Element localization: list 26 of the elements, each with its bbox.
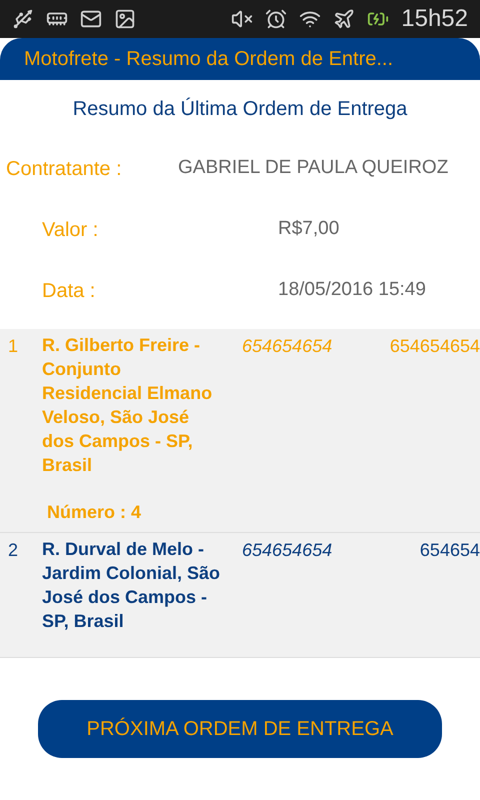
delivery-phone: 654654 <box>418 539 480 562</box>
next-order-button[interactable]: PRÓXIMA ORDEM DE ENTREGA <box>38 700 442 758</box>
field-label: Data : <box>41 278 96 304</box>
alarm-icon <box>265 8 288 30</box>
image-icon <box>114 8 136 30</box>
delivery-phone: 654654654 <box>241 335 334 358</box>
summary-heading: Resumo da Última Ordem de Entrega <box>72 96 408 122</box>
usb-icon <box>12 8 34 30</box>
delivery-address: R. Durval de Melo - Jardim Colonial, São José dos Campos - SP, Brasil <box>42 538 222 633</box>
address-number: Número : 4 <box>46 501 142 524</box>
delivery-phone: 654654654 <box>388 335 480 358</box>
delivery-phone: 654654654 <box>241 539 334 562</box>
clock-time: 15h52 <box>401 4 468 34</box>
row-index: 1 <box>7 335 20 358</box>
row-index: 2 <box>7 539 20 562</box>
mute-icon <box>231 8 254 30</box>
field-label: Contratante : <box>5 156 123 182</box>
delivery-address: R. Gilberto Freire - Conjunto Residencial Elmano Veloso, São José dos Campos - SP, Brasil <box>42 334 214 477</box>
mail-icon <box>80 8 102 30</box>
delivery-row[interactable]: 2 R. Durval de Melo - Jardim Colonial, São José dos Campos - SP, Brasil 654654654 654654 <box>0 533 480 658</box>
app-title: Motofrete - Resumo da Ordem de Entre... <box>24 47 394 72</box>
airplane-icon <box>333 8 356 30</box>
field-value: GABRIEL DE PAULA QUEIROZ <box>177 156 448 180</box>
field-value: 18/05/2016 15:49 <box>277 278 426 302</box>
field-label: Valor : <box>41 218 100 242</box>
field-value: R$7,00 <box>277 217 340 242</box>
